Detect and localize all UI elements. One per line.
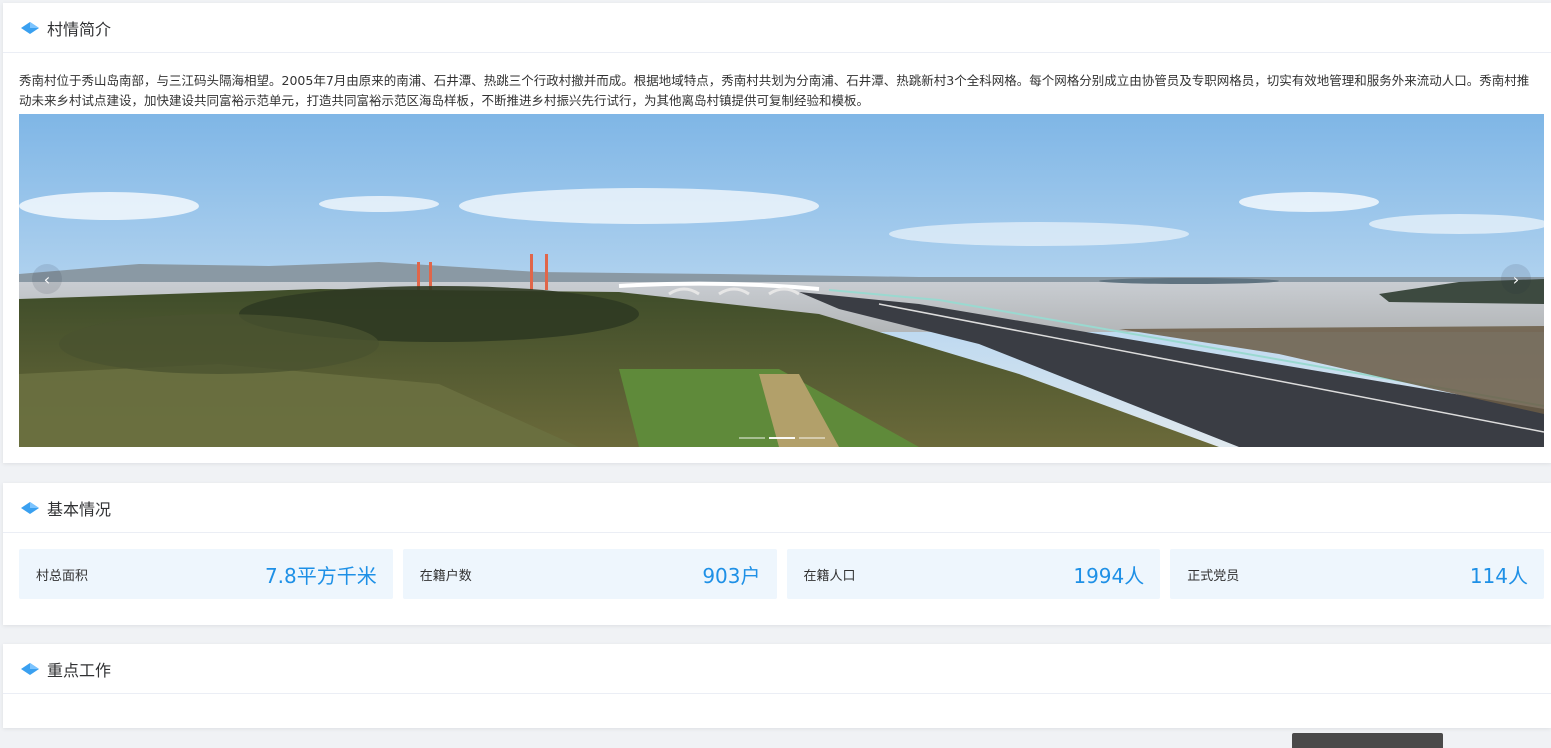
stats-row: 村总面积 7.8平方千米 在籍户数 903户 在籍人口 1994人 正式党员 1… — [3, 533, 1551, 599]
diamond-icon — [21, 21, 39, 34]
stat-area: 村总面积 7.8平方千米 — [19, 549, 393, 599]
chevron-left-icon: ‹ — [43, 269, 51, 289]
carousel-indicators — [738, 437, 825, 439]
key-work-header: 重点工作 — [3, 644, 1551, 694]
image-carousel[interactable]: ‹ › — [19, 114, 1544, 447]
stat-value: 903户 — [702, 563, 761, 588]
carousel-indicator-active[interactable] — [768, 437, 795, 439]
chevron-right-icon: › — [1512, 269, 1520, 289]
diamond-icon — [21, 501, 39, 514]
key-work-card: 重点工作 — [3, 644, 1551, 728]
diamond-icon — [21, 662, 39, 675]
carousel-next-button[interactable]: › — [1501, 264, 1531, 294]
stat-population: 在籍人口 1994人 — [786, 549, 1161, 599]
section-title: 基本情况 — [47, 499, 112, 519]
stat-label: 正式党员 — [1187, 568, 1240, 584]
intro-header: 村情简介 — [3, 3, 1551, 53]
basic-card: 基本情况 村总面积 7.8平方千米 在籍户数 903户 在籍人口 1994人 正… — [3, 483, 1551, 625]
stat-label: 村总面积 — [36, 568, 89, 584]
stat-value: 114人 — [1469, 563, 1528, 588]
carousel-indicator[interactable] — [738, 437, 765, 439]
intro-description: 秀南村位于秀山岛南部，与三江码头隔海相望。2005年7月由原来的南浦、石井潭、热… — [19, 73, 1530, 108]
stat-label: 在籍人口 — [803, 568, 856, 584]
stat-value: 7.8平方千米 — [264, 563, 377, 588]
floating-tab[interactable] — [1292, 733, 1443, 748]
stat-value: 1994人 — [1073, 563, 1145, 588]
stat-households: 在籍户数 903户 — [402, 549, 777, 599]
section-title: 重点工作 — [47, 660, 112, 680]
stat-party-members: 正式党员 114人 — [1170, 549, 1544, 599]
landscape-photo — [19, 114, 1544, 447]
stat-label: 在籍户数 — [419, 568, 472, 584]
carousel-prev-button[interactable]: ‹ — [32, 264, 62, 294]
intro-card: 村情简介 秀南村位于秀山岛南部，与三江码头隔海相望。2005年7月由原来的南浦、… — [3, 3, 1551, 463]
carousel-indicator[interactable] — [798, 437, 825, 439]
section-title: 村情简介 — [47, 19, 112, 39]
basic-header: 基本情况 — [3, 483, 1551, 533]
